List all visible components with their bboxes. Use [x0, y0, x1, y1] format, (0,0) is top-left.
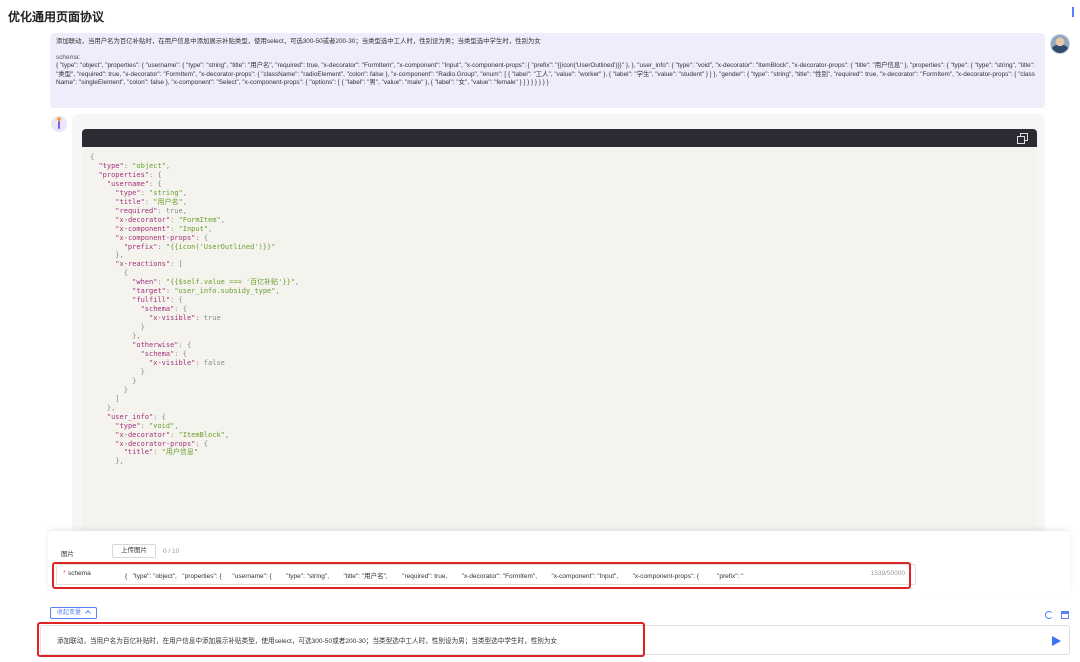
code-line: "type": "void", — [115, 421, 179, 430]
code-line: "username": { — [106, 179, 162, 188]
copy-icon[interactable] — [1017, 133, 1028, 144]
code-line: "title": "用户信息" — [123, 448, 199, 457]
code-line: } — [90, 367, 145, 376]
bot-response: { "type": "object", "properties": { "use… — [72, 114, 1045, 538]
send-icon[interactable] — [1052, 636, 1061, 646]
code-line: } — [90, 385, 128, 394]
code-line: }, — [90, 403, 116, 412]
code-line: "x-decorator": "FormItem", — [115, 215, 225, 224]
upload-label: 图片 — [61, 551, 74, 558]
user-message-prompt: 添加联动，当用户名为百亿补贴时，在用户信息中添加展示补贴类型，使用select，… — [56, 38, 541, 45]
code-block: { "type": "object", "properties": { "use… — [82, 129, 1037, 538]
top-bar: 优化通用页面协议 — [0, 0, 1080, 28]
code-line: { — [90, 269, 128, 278]
code-line: ] — [90, 394, 120, 403]
page-title: 优化通用页面协议 — [8, 10, 105, 24]
code-line: "x-visible": false — [149, 358, 225, 367]
code-line: "prefix": "{{icon('UserOutlined')}}" — [123, 242, 276, 251]
code-line: }, — [90, 251, 124, 260]
code-block-header — [82, 129, 1037, 147]
user-message-schema-label: schema: — [56, 53, 81, 61]
upload-count: 0 / 10 — [163, 548, 180, 555]
code-line: "user_info": { — [106, 412, 166, 421]
bot-avatar-icon — [51, 116, 67, 132]
code-line: "target": "user_info.subsidy_type", — [132, 287, 280, 296]
highlight-box-input — [37, 622, 645, 657]
code-line: "schema": { — [140, 305, 187, 314]
code-line: "fulfill": { — [132, 296, 183, 305]
code-line: } — [90, 376, 137, 385]
code-line: "type": "object", — [98, 161, 171, 170]
user-avatar — [1050, 34, 1070, 54]
user-message-schema-text: { "type": "object", "properties": { "use… — [56, 62, 1035, 87]
code-line: "schema": { — [140, 349, 187, 358]
clear-icon[interactable] — [1061, 611, 1069, 619]
code-line: "x-component-props": { — [115, 233, 209, 242]
chevron-up-icon — [85, 610, 91, 616]
code-line: }, — [90, 457, 124, 466]
refresh-icon[interactable] — [1045, 611, 1053, 619]
code-content: { "type": "object", "properties": { "use… — [82, 147, 1037, 472]
code-line: "x-decorator-props": { — [115, 439, 209, 448]
code-line: { — [90, 153, 95, 161]
code-line: "x-component": "Input", — [115, 224, 213, 233]
collapse-variables-label: 收起变量 — [57, 610, 82, 616]
code-line: }, — [90, 332, 141, 341]
collapse-variables-button[interactable]: 收起变量 — [50, 607, 97, 619]
code-line: "properties": { — [98, 170, 162, 179]
chat-area: 添加联动，当用户名为百亿补贴时，在用户信息中添加展示补贴类型，使用select，… — [0, 28, 1080, 538]
highlight-box-schema — [52, 562, 911, 589]
code-line: "required": true, — [115, 206, 187, 215]
code-line: "x-reactions": [ — [115, 260, 183, 269]
upload-image-button[interactable]: 上传图片 — [112, 544, 156, 558]
code-line: "otherwise": { — [132, 341, 192, 350]
code-line: "when": "{{$self.value === '百亿补贴'}}", — [132, 278, 300, 287]
code-line: "type": "string", — [115, 188, 187, 197]
edge-marker-icon — [1072, 7, 1078, 17]
user-message: 添加联动，当用户名为百亿补贴时，在用户信息中添加展示补贴类型，使用select，… — [50, 33, 1045, 108]
code-line: "title": "用户名", — [115, 197, 187, 206]
code-line: "x-visible": true — [149, 314, 221, 323]
code-line: "x-decorator": "ItemBlock", — [115, 430, 230, 439]
code-line: } — [90, 323, 145, 332]
